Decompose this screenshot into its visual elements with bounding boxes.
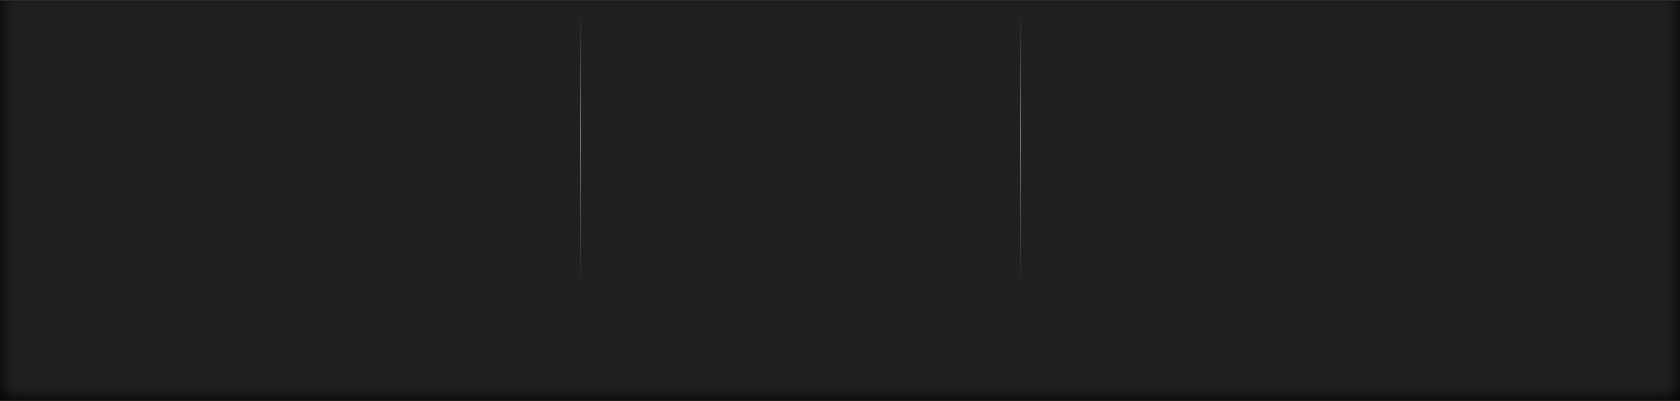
empty-panel	[0, 0, 1680, 400]
panel-column-middle	[581, 1, 1020, 401]
panel-column-left	[0, 1, 580, 401]
panel-column-right	[1021, 1, 1680, 401]
